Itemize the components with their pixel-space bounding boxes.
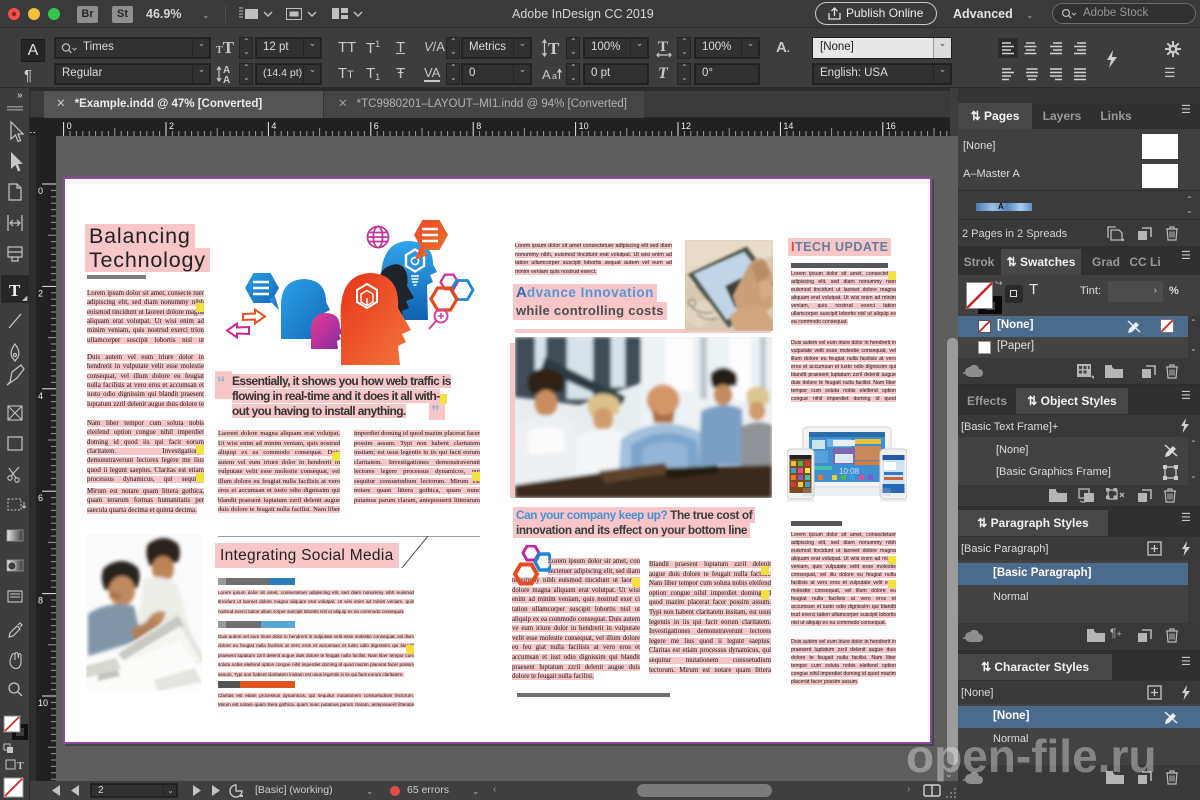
svg-text:8: 8 xyxy=(476,121,481,131)
svg-text:4: 4 xyxy=(38,391,43,401)
svg-text:8: 8 xyxy=(38,596,43,606)
svg-text:2: 2 xyxy=(38,288,43,298)
svg-text:16: 16 xyxy=(886,121,896,131)
svg-text:10: 10 xyxy=(38,698,48,708)
svg-text:0: 0 xyxy=(67,121,72,131)
svg-text:6: 6 xyxy=(374,121,379,131)
svg-text:10:08: 10:08 xyxy=(839,467,860,476)
svg-text:a: a xyxy=(552,71,557,81)
svg-text:T: T xyxy=(548,39,560,58)
svg-text:A: A xyxy=(223,75,230,84)
svg-text:4: 4 xyxy=(271,121,276,131)
svg-text:»: » xyxy=(17,92,23,101)
svg-text:14: 14 xyxy=(783,121,793,131)
svg-text:T: T xyxy=(9,281,21,300)
svg-text:10: 10 xyxy=(579,121,589,131)
svg-text:0: 0 xyxy=(38,186,43,196)
svg-text:◢: ◢ xyxy=(22,295,28,302)
svg-text:T: T xyxy=(17,761,24,772)
svg-text:2: 2 xyxy=(169,121,174,131)
svg-text:A: A xyxy=(542,67,551,82)
svg-text:6: 6 xyxy=(38,493,43,503)
svg-text:T: T xyxy=(658,39,668,55)
svg-text:12: 12 xyxy=(681,121,691,131)
